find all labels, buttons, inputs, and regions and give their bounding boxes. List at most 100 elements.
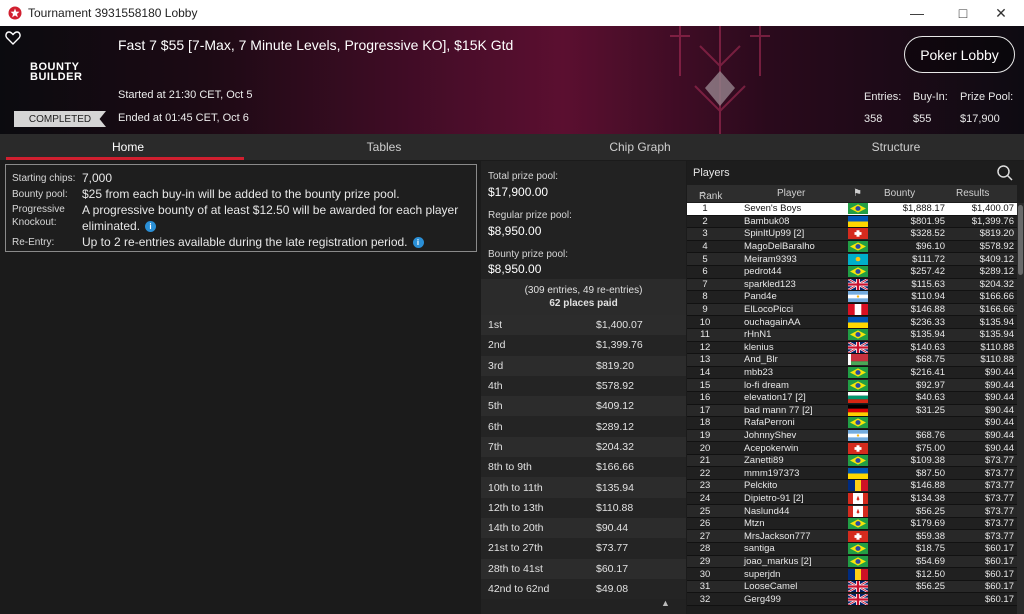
payout-row: 10th to 11th $135.94 xyxy=(481,477,686,498)
player-row[interactable]: 30 superjdn $12.50 $60.17 xyxy=(687,568,1017,581)
player-row[interactable]: 5 Meiram9393 $111.72 $409.12 xyxy=(687,253,1017,266)
player-result: $1,399.76 xyxy=(971,215,1014,227)
player-result: $60.17 xyxy=(984,568,1014,580)
player-result: $204.32 xyxy=(979,278,1014,290)
player-row[interactable]: 29 joao_markus [2] $54.69 $60.17 xyxy=(687,555,1017,569)
payout-row: 14th to 20th $90.44 xyxy=(481,517,686,539)
player-row[interactable]: 9 ElLocoPicci $146.88 $166.66 xyxy=(687,303,1017,317)
player-rank: 31 xyxy=(699,581,711,593)
minimize-icon[interactable]: — xyxy=(894,0,940,26)
player-result: $166.66 xyxy=(979,291,1014,303)
players-scrollbar[interactable] xyxy=(1017,203,1024,614)
info-value: 7,000 xyxy=(82,171,113,185)
player-row[interactable]: 23 Pelckito $146.88 $73.77 xyxy=(687,480,1017,493)
player-row[interactable]: 31 LooseCamel $56.25 $60.17 xyxy=(687,580,1017,594)
player-row[interactable]: 11 rHnN1 $135.94 $135.94 xyxy=(687,328,1017,342)
column-bounty[interactable]: Bounty xyxy=(884,188,915,199)
player-row[interactable]: 19 JohnnyShev $68.76 $90.44 xyxy=(687,429,1017,443)
player-row[interactable]: 17 bad mann 77 [2] $31.25 $90.44 xyxy=(687,404,1017,418)
country-flag-icon xyxy=(848,354,868,366)
country-flag-icon xyxy=(848,417,868,429)
column-results[interactable]: Results xyxy=(956,188,989,199)
payout-place: 2nd xyxy=(488,339,506,352)
payout-amount: $578.92 xyxy=(596,380,634,393)
tab-tables[interactable]: Tables xyxy=(256,134,512,160)
player-name: superjdn xyxy=(744,568,781,580)
player-result: $73.77 xyxy=(984,530,1014,542)
player-bounty: $109.38 xyxy=(910,455,945,467)
poker-lobby-button[interactable]: Poker Lobby xyxy=(904,36,1015,73)
player-row[interactable]: 7 sparkled123 $115.63 $204.32 xyxy=(687,277,1017,292)
player-result: $90.44 xyxy=(984,442,1014,454)
country-flag-icon xyxy=(848,505,868,517)
player-rank: 20 xyxy=(699,442,711,454)
player-row[interactable]: 28 santiga $18.75 $60.17 xyxy=(687,543,1017,556)
player-row[interactable]: 2 Bambuk08 $801.95 $1,399.76 xyxy=(687,215,1017,229)
player-row[interactable]: 3 SpinItUp99 [2] $328.52 $819.20 xyxy=(687,228,1017,241)
player-row[interactable]: 24 Dipietro-91 [2] $134.38 $73.77 xyxy=(687,492,1017,506)
player-row[interactable]: 10 ouchagainAA $236.33 $135.94 xyxy=(687,316,1017,329)
country-flag-icon xyxy=(848,404,868,416)
player-row[interactable]: 20 Acepokerwin $75.00 $90.44 xyxy=(687,442,1017,455)
player-row[interactable]: 14 mbb23 $216.41 $90.44 xyxy=(687,366,1017,380)
country-flag-icon xyxy=(848,392,868,404)
payout-place: 4th xyxy=(488,380,503,393)
player-row[interactable]: 18 RafaPerroni $90.44 xyxy=(687,417,1017,430)
tab-chip-graph[interactable]: Chip Graph xyxy=(512,134,768,160)
player-bounty: $56.25 xyxy=(915,505,945,517)
player-name: Dipietro-91 [2] xyxy=(744,492,804,504)
country-flag-icon xyxy=(848,215,868,227)
scrollbar-thumb[interactable] xyxy=(1018,205,1023,275)
player-row[interactable]: 26 Mtzn $179.69 $73.77 xyxy=(687,517,1017,531)
player-row[interactable]: 6 pedrot44 $257.42 $289.12 xyxy=(687,265,1017,279)
player-row[interactable]: 8 Pand4e $110.94 $166.66 xyxy=(687,291,1017,304)
prizepool-label: Prize Pool: xyxy=(960,91,1014,103)
info-icon[interactable]: i xyxy=(412,237,424,249)
info-icon[interactable]: i xyxy=(145,221,157,233)
player-rank: 27 xyxy=(699,530,711,542)
info-key: Bounty pool: xyxy=(12,189,68,200)
close-icon[interactable]: ✕ xyxy=(978,0,1024,26)
player-row[interactable]: 16 elevation17 [2] $40.63 $90.44 xyxy=(687,391,1017,405)
player-row[interactable]: 21 Zanetti89 $109.38 $73.77 xyxy=(687,454,1017,468)
tab-home[interactable]: Home xyxy=(0,134,256,160)
player-row[interactable]: 1 Seven's Boys $1,888.17 $1,400.07 xyxy=(687,203,1017,216)
payout-amount: $1,400.07 xyxy=(596,319,643,332)
payout-place: 42nd to 62nd xyxy=(488,583,550,595)
tab-structure[interactable]: Structure xyxy=(768,134,1024,160)
flag-column-icon[interactable]: ⚑ xyxy=(853,188,862,199)
payout-place: 3rd xyxy=(488,359,504,372)
regular-prize-label: Regular prize pool: xyxy=(488,210,572,221)
players-column-header: Rank ⌃ Player ⚑ Bounty Results xyxy=(687,185,1017,202)
player-result: $73.77 xyxy=(984,480,1014,492)
banner-decoration xyxy=(670,26,770,134)
search-icon[interactable] xyxy=(996,164,1014,182)
player-result: $1,400.07 xyxy=(971,203,1014,215)
country-flag-icon xyxy=(847,340,869,354)
player-bounty: $135.94 xyxy=(910,329,945,341)
country-flag-icon xyxy=(848,367,868,379)
player-row[interactable]: 15 lo-fi dream $92.97 $90.44 xyxy=(687,379,1017,392)
country-flag-icon xyxy=(848,442,868,454)
player-bounty: $56.25 xyxy=(915,581,945,593)
player-rank: 6 xyxy=(702,266,708,278)
player-rank: 11 xyxy=(700,329,710,341)
country-flag-icon xyxy=(848,253,868,265)
player-row[interactable]: 13 And_Blr $68.75 $110.88 xyxy=(687,354,1017,367)
scroll-up-icon[interactable]: ▲ xyxy=(661,598,670,608)
column-player[interactable]: Player xyxy=(777,188,805,199)
player-row[interactable]: 4 MagoDelBaralho $96.10 $578.92 xyxy=(687,240,1017,254)
player-bounty: $146.88 xyxy=(910,304,945,316)
player-name: joao_markus [2] xyxy=(744,555,812,567)
player-row[interactable]: 12 klenius $140.63 $110.88 xyxy=(687,340,1017,355)
favorite-heart-icon[interactable] xyxy=(5,30,21,46)
tab-bar: Home Tables Chip Graph Structure xyxy=(0,134,1024,160)
player-result: $166.66 xyxy=(979,304,1014,316)
player-row[interactable]: 27 MrsJackson777 $59.38 $73.77 xyxy=(687,530,1017,544)
player-row[interactable]: 22 mmm197373 $87.50 $73.77 xyxy=(687,467,1017,481)
player-row[interactable]: 32 Gerg499 $60.17 xyxy=(687,592,1017,606)
country-flag-icon xyxy=(848,228,868,240)
bounty-builder-logo: BOUNTY BUILDER xyxy=(30,61,83,83)
payout-row: 12th to 13th $110.88 xyxy=(481,497,686,518)
player-row[interactable]: 25 Naslund44 $56.25 $73.77 xyxy=(687,505,1017,518)
